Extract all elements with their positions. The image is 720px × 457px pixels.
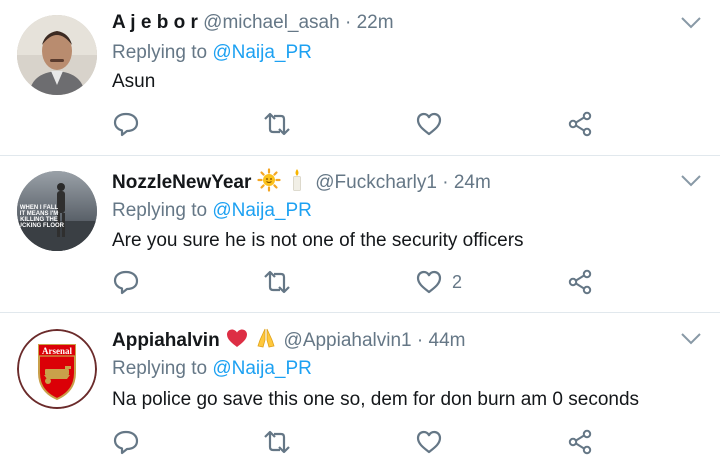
retweet-icon (264, 430, 290, 454)
replying-to: Replying to @Naija_PR (112, 197, 312, 225)
handle[interactable]: @michael_asah (203, 12, 340, 33)
tweet[interactable]: A j e b o r @michael_asah · 22m Replying… (0, 0, 720, 155)
retweet-button[interactable] (262, 109, 292, 139)
reply-icon (113, 430, 139, 455)
separator: · (416, 330, 424, 351)
avatar-photo: WHEN I FALL IT MEANS I'M KILLING THE FUC… (17, 171, 97, 251)
arsenal-logo-icon: Arsenal (17, 329, 97, 409)
separator: · (442, 172, 449, 193)
logo-text: Arsenal (42, 346, 72, 356)
retweet-icon (264, 270, 290, 294)
reply-button[interactable] (111, 267, 141, 297)
handle[interactable]: @Appiahalvin1 (284, 330, 412, 351)
reply-button[interactable] (111, 109, 141, 139)
separator: · (344, 12, 352, 33)
tweet-header: NozzleNewYear @Fuckcharly1 · 24m (112, 168, 491, 198)
tweet-header: Appiahalvin @Appiahalvin1 · 44m (112, 326, 465, 356)
share-button[interactable] (565, 427, 595, 457)
mention-link[interactable]: @Naija_PR (212, 42, 312, 63)
tweet-text: Na police go save this one so, dem for d… (112, 389, 640, 410)
replying-prefix: Replying to (112, 42, 208, 63)
mention-link[interactable]: @Naija_PR (212, 358, 312, 379)
replying-prefix: Replying to (112, 358, 208, 379)
display-name[interactable]: NozzleNewYear (112, 172, 251, 193)
timestamp[interactable]: 24m (454, 172, 491, 193)
share-icon (568, 429, 592, 455)
reply-icon (113, 112, 139, 137)
svg-text:FUCKING FLOOR: FUCKING FLOOR (17, 223, 65, 229)
sun-emoji-icon (257, 168, 281, 192)
like-button[interactable] (414, 267, 444, 297)
avatar[interactable] (17, 15, 97, 95)
share-button[interactable] (565, 267, 595, 297)
display-name[interactable]: Appiahalvin (112, 330, 220, 351)
timestamp[interactable]: 22m (357, 12, 394, 33)
share-icon (568, 269, 592, 295)
share-icon (568, 111, 592, 137)
avatar[interactable]: Arsenal (17, 329, 97, 409)
display-name[interactable]: A j e b o r (112, 12, 198, 33)
reply-button[interactable] (111, 427, 141, 457)
like-button[interactable] (414, 427, 444, 457)
chevron-down-icon[interactable] (680, 174, 702, 188)
tweet-header: A j e b o r @michael_asah · 22m (112, 8, 394, 38)
like-button[interactable] (414, 109, 444, 139)
red-heart-emoji-icon (225, 326, 249, 350)
chevron-down-icon[interactable] (680, 16, 702, 30)
timestamp[interactable]: 44m (429, 330, 466, 351)
tweet[interactable]: Arsenal Appiahalvin @Appiahalvin1 · 44m (0, 313, 720, 455)
reply-icon (113, 270, 139, 295)
heart-icon (416, 270, 442, 294)
share-button[interactable] (565, 109, 595, 139)
replying-to: Replying to @Naija_PR (112, 39, 312, 67)
tweet[interactable]: WHEN I FALL IT MEANS I'M KILLING THE FUC… (0, 156, 720, 312)
retweet-button[interactable] (262, 267, 292, 297)
handle[interactable]: @Fuckcharly1 (315, 172, 437, 193)
avatar-photo (17, 15, 97, 95)
chevron-down-icon[interactable] (680, 332, 702, 346)
like-count: 2 (452, 272, 463, 292)
heart-icon (416, 430, 442, 454)
mention-link[interactable]: @Naija_PR (212, 200, 312, 221)
avatar[interactable]: WHEN I FALL IT MEANS I'M KILLING THE FUC… (17, 171, 97, 251)
replying-prefix: Replying to (112, 200, 208, 221)
replying-to: Replying to @Naija_PR (112, 355, 312, 383)
retweet-button[interactable] (262, 427, 292, 457)
tweet-text: Asun (112, 71, 156, 92)
heart-icon (416, 112, 442, 136)
retweet-icon (264, 112, 290, 136)
candle-emoji-icon (290, 168, 304, 192)
tweet-text: Are you sure he is not one of the securi… (112, 230, 524, 251)
folded-hands-emoji-icon (254, 326, 278, 350)
